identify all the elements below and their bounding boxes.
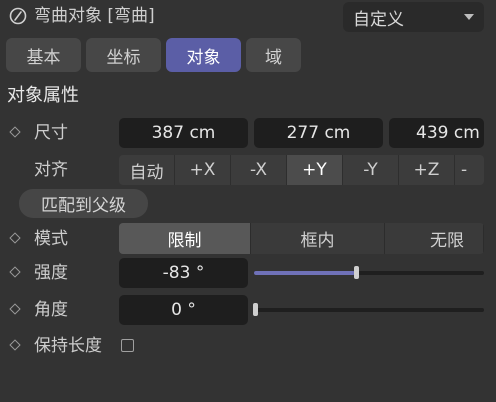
align-minus-y-button[interactable]: -Y: [343, 155, 399, 185]
align-label: 对齐: [34, 160, 68, 180]
strength-label: 强度: [34, 263, 68, 283]
preset-dropdown[interactable]: 自定义: [343, 2, 484, 32]
size-x-field[interactable]: 387 cm: [119, 118, 248, 148]
align-plus-y-button[interactable]: +Y: [287, 155, 343, 185]
angle-slider-handle[interactable]: [253, 303, 258, 316]
strength-slider-handle[interactable]: [354, 266, 360, 279]
mode-limit-button[interactable]: 限制: [119, 223, 251, 254]
mode-within-box-button[interactable]: 框内: [251, 223, 385, 254]
align-selector: 自动 +X -X +Y -Y +Z -: [119, 155, 484, 185]
fit-to-parent-button[interactable]: 匹配到父级: [19, 189, 148, 218]
keyframe-diamond-icon[interactable]: [9, 126, 21, 138]
tab-coordinates[interactable]: 坐标: [86, 38, 161, 72]
chevron-down-icon: [464, 14, 474, 20]
mode-selector: 限制 框内 无限: [119, 223, 484, 254]
angle-field[interactable]: 0 °: [119, 295, 248, 325]
strength-slider-fill: [254, 271, 356, 275]
mode-unlimited-button[interactable]: 无限: [385, 223, 484, 254]
preset-value: 自定义: [353, 9, 404, 30]
size-label: 尺寸: [34, 123, 68, 143]
mode-label: 模式: [34, 229, 68, 249]
align-plus-z-button[interactable]: +Z: [399, 155, 455, 185]
align-auto-button[interactable]: 自动: [119, 155, 175, 185]
angle-slider-track[interactable]: [254, 308, 484, 312]
keep-length-checkbox[interactable]: [121, 339, 134, 352]
section-title: 对象属性: [7, 85, 79, 106]
keyframe-diamond-icon[interactable]: [9, 339, 21, 351]
tab-fields[interactable]: 域: [246, 38, 301, 72]
align-minus-x-button[interactable]: -X: [231, 155, 287, 185]
angle-label: 角度: [34, 300, 68, 320]
size-y-field[interactable]: 277 cm: [254, 118, 383, 148]
align-minus-z-button[interactable]: -: [455, 155, 484, 185]
tab-basic[interactable]: 基本: [6, 38, 81, 72]
align-plus-x-button[interactable]: +X: [175, 155, 231, 185]
size-z-field[interactable]: 439 cm: [389, 118, 484, 148]
keyframe-diamond-icon[interactable]: [9, 232, 21, 244]
keyframe-diamond-icon[interactable]: [9, 266, 21, 278]
bend-object-icon: [9, 7, 27, 25]
tab-object[interactable]: 对象: [166, 38, 241, 72]
keyframe-diamond-icon[interactable]: [9, 303, 21, 315]
strength-field[interactable]: -83 °: [119, 258, 248, 288]
object-title: 弯曲对象 [弯曲]: [34, 6, 155, 26]
strength-slider-track[interactable]: [254, 271, 484, 275]
keep-length-label: 保持长度: [34, 336, 102, 356]
